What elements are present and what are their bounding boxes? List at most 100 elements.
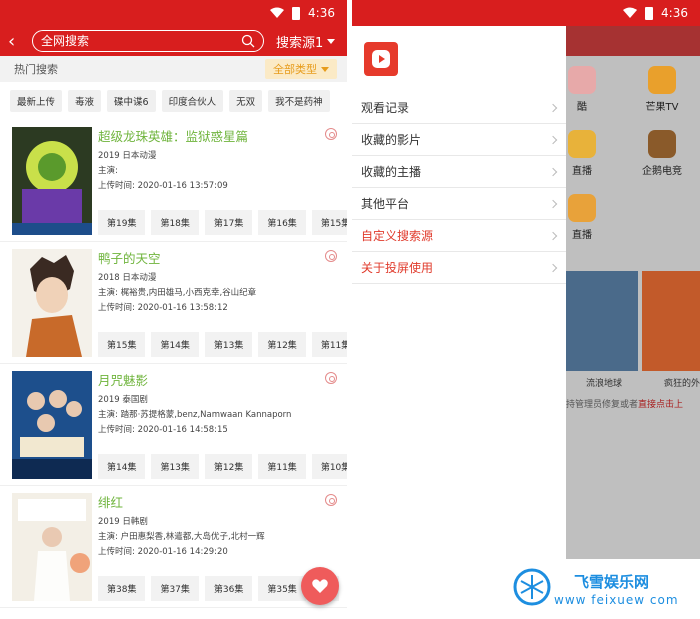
menu-item-label: 观看记录 — [361, 101, 410, 115]
menu-item-custom-search-source[interactable]: 自定义搜索源 — [352, 220, 566, 252]
hot-tag[interactable]: 最新上传 — [10, 90, 63, 112]
app-label: 芒果TV — [645, 102, 679, 113]
favorites-fab[interactable] — [301, 567, 339, 605]
video-upload-time: 上传时间: 2020-01-16 13:58:12 — [98, 303, 228, 313]
hot-tag[interactable]: 无双 — [229, 90, 263, 112]
background-screen-dimmed[interactable]: 酷 芒果TV 直播 企鹅电竞 直播 流浪地球 疯狂的外 持管理员修复或者直接点击… — [566, 26, 700, 559]
video-card[interactable]: 月咒魅影 2019 泰国剧 主演: 踏那·苏提格蒙,benz,Namwaan K… — [0, 364, 347, 486]
episode-list: 第19集 第18集 第17集 第16集 第15集 — [98, 210, 347, 235]
app-shortcut: 芒果TV — [632, 66, 692, 113]
episode-button[interactable]: 第12集 — [258, 332, 306, 357]
live-icon — [568, 194, 596, 222]
chevron-right-icon — [548, 199, 558, 208]
back-arrow-icon[interactable]: ‹ — [8, 31, 32, 52]
episode-button[interactable]: 第10集 — [311, 454, 347, 479]
search-input[interactable] — [41, 34, 241, 48]
hot-tag[interactable]: 毒液 — [68, 90, 102, 112]
search-screen: 4:36 ‹ 搜索源1 热门搜索 全部类型 最新上传 毒液 碟中谍6 印度合伙人… — [0, 0, 347, 619]
background-header — [566, 26, 700, 56]
video-cast: 主演: 梶裕贵,内田雄马,小西克幸,谷山纪章 — [98, 288, 257, 298]
app-shortcut: 直播 — [566, 194, 612, 241]
favorite-icon[interactable] — [325, 372, 337, 384]
video-card[interactable]: 鸭子的天空 2018 日本动漫 主演: 梶裕贵,内田雄马,小西克幸,谷山纪章 上… — [0, 242, 347, 364]
poster-image[interactable] — [12, 371, 92, 479]
video-cast: 主演: 踏那·苏提格蒙,benz,Namwaan Kannaporn — [98, 410, 292, 420]
video-cast: 主演: — [98, 166, 118, 176]
search-source-select[interactable]: 搜索源1 — [276, 32, 336, 51]
note-text: 持管理员修复或者 — [566, 400, 639, 410]
chevron-right-icon — [548, 167, 558, 176]
episode-button[interactable]: 第37集 — [151, 576, 199, 601]
side-drawer: 观看记录 收藏的影片 收藏的主播 其他平台 自定义搜索源 关于投屏使用 — [352, 26, 566, 559]
poster-image — [566, 271, 638, 371]
hot-tag[interactable]: 我不是药神 — [268, 90, 330, 112]
poster-image[interactable] — [12, 249, 92, 357]
search-icon[interactable] — [241, 34, 255, 48]
search-source-label: 搜索源1 — [276, 35, 324, 51]
battery-icon — [645, 6, 654, 20]
favorite-icon[interactable] — [325, 128, 337, 140]
hot-tag[interactable]: 碟中谍6 — [107, 90, 156, 112]
background-poster-labels: 流浪地球 疯狂的外 — [566, 376, 700, 389]
episode-button[interactable]: 第17集 — [204, 210, 253, 235]
favorite-icon[interactable] — [325, 250, 337, 262]
favorite-icon[interactable] — [325, 494, 337, 506]
episode-button[interactable]: 第19集 — [98, 210, 146, 235]
video-year-genre: 2019 泰国剧 — [98, 395, 148, 405]
video-upload-time: 上传时间: 2020-01-16 14:29:20 — [98, 547, 228, 557]
search-box[interactable] — [32, 30, 264, 52]
type-filter-button[interactable]: 全部类型 — [265, 59, 337, 79]
menu-item-favorite-videos[interactable]: 收藏的影片 — [352, 124, 566, 156]
video-title[interactable]: 月咒魅影 — [98, 370, 347, 389]
poster-image[interactable] — [12, 127, 92, 235]
menu-item-label: 其他平台 — [361, 197, 410, 211]
chevron-down-icon — [321, 66, 329, 72]
chevron-right-icon — [548, 263, 558, 272]
chevron-right-icon — [548, 135, 558, 144]
episode-button[interactable]: 第13集 — [204, 332, 253, 357]
hot-tag[interactable]: 印度合伙人 — [161, 90, 224, 112]
episode-button[interactable]: 第15集 — [311, 210, 347, 235]
episode-button[interactable]: 第12集 — [204, 454, 253, 479]
app-label: 直播 — [572, 230, 592, 241]
chevron-right-icon — [548, 231, 558, 240]
status-time: 4:36 — [308, 6, 335, 20]
note-link: 直接点击上 — [638, 400, 684, 410]
menu-item-label: 关于投屏使用 — [361, 261, 434, 275]
chevron-right-icon — [548, 103, 558, 112]
episode-button[interactable]: 第14集 — [151, 332, 199, 357]
live-icon — [568, 130, 596, 158]
episode-button[interactable]: 第13集 — [151, 454, 199, 479]
episode-button[interactable]: 第36集 — [204, 576, 253, 601]
heart-icon — [312, 579, 328, 593]
episode-button[interactable]: 第35集 — [258, 576, 306, 601]
episode-button[interactable]: 第11集 — [258, 454, 306, 479]
menu-item-label: 收藏的影片 — [361, 133, 422, 147]
episode-button[interactable]: 第18集 — [151, 210, 199, 235]
poster-image[interactable] — [12, 493, 92, 601]
video-card[interactable]: 绯红 2019 日韩剧 主演: 户田惠梨香,林遣都,大岛优子,北村一辉 上传时间… — [0, 486, 347, 608]
menu-item-other-platforms[interactable]: 其他平台 — [352, 188, 566, 220]
menu-item-favorite-streamers[interactable]: 收藏的主播 — [352, 156, 566, 188]
drawer-screen: 4:36 酷 芒果TV 直播 企鹅电竞 直播 流浪地球 疯狂的外 持管理员修复或… — [352, 0, 700, 619]
episode-button[interactable]: 第38集 — [98, 576, 146, 601]
episode-list: 第14集 第13集 第12集 第11集 第10集 — [98, 454, 347, 479]
snowflake-logo-icon — [513, 568, 551, 606]
video-card[interactable]: 超级龙珠英雄：监狱惑星篇 2019 日本动漫 主演: 上传时间: 2020-01… — [0, 120, 347, 242]
episode-button[interactable]: 第11集 — [311, 332, 347, 357]
app-label: 酷 — [577, 102, 587, 113]
video-title[interactable]: 鸭子的天空 — [98, 248, 347, 267]
menu-item-about-casting[interactable]: 关于投屏使用 — [352, 252, 566, 284]
video-title[interactable]: 超级龙珠英雄：监狱惑星篇 — [98, 126, 347, 145]
episode-button[interactable]: 第16集 — [258, 210, 306, 235]
battery-icon — [292, 6, 301, 20]
video-title[interactable]: 绯红 — [98, 492, 339, 511]
menu-item-watch-history[interactable]: 观看记录 — [352, 92, 566, 124]
hot-search-header: 热门搜索 全部类型 — [0, 56, 347, 82]
video-year-genre: 2018 日本动漫 — [98, 273, 157, 283]
status-bar: 4:36 — [352, 0, 700, 26]
episode-button[interactable]: 第14集 — [98, 454, 146, 479]
episode-list: 第15集 第14集 第13集 第12集 第11集 — [98, 332, 347, 357]
episode-button[interactable]: 第15集 — [98, 332, 146, 357]
hot-tags: 最新上传 毒液 碟中谍6 印度合伙人 无双 我不是药神 — [0, 82, 347, 120]
